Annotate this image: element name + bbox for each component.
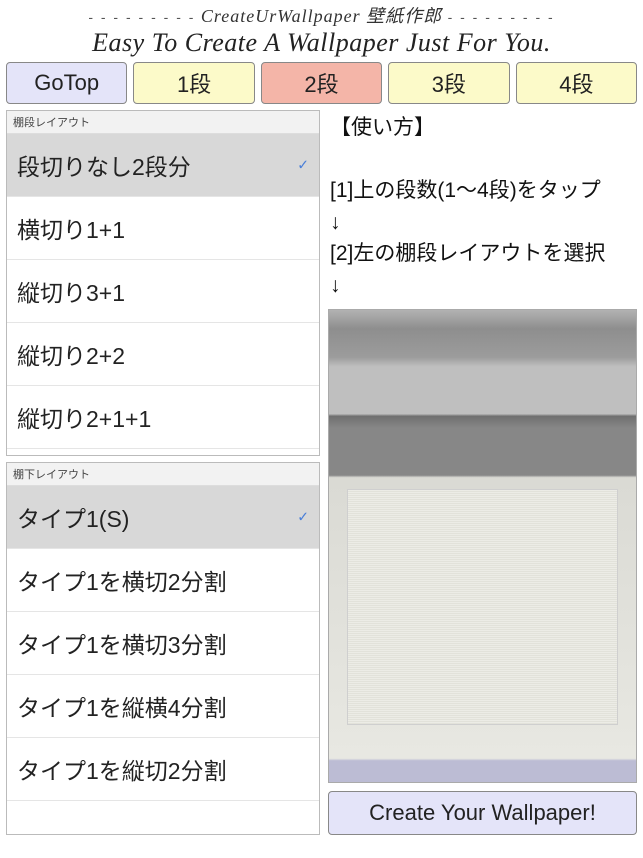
- arrow-down-icon: ↓: [330, 207, 635, 239]
- app-title: - - - - - - - - - CreateUrWallpaper 壁紙作郎…: [0, 2, 643, 28]
- list-item[interactable]: 段切りなし2段分 ✓: [7, 134, 319, 197]
- list-item[interactable]: タイプ1を縦横4分割: [7, 675, 319, 738]
- list-item[interactable]: タイプ1を横切3分割: [7, 612, 319, 675]
- instructions-step1: [1]上の段数(1〜4段)をタップ: [330, 175, 635, 207]
- bottom-layout-list: 棚下レイアウト タイプ1(S) ✓ タイプ1を横切2分割 タイプ1を横切3分割 …: [6, 462, 320, 835]
- list-item[interactable]: タイプ1(S) ✓: [7, 486, 319, 549]
- list-item[interactable]: タイプ1を横切2分割: [7, 549, 319, 612]
- tab-1dan[interactable]: 1段: [133, 62, 254, 104]
- list-item-label: タイプ1(S): [17, 506, 129, 532]
- arrow-down-icon: ↓: [330, 270, 635, 302]
- instructions: 【使い方】 [1]上の段数(1〜4段)をタップ ↓ [2]左の棚段レイアウトを選…: [328, 110, 637, 309]
- check-icon: ✓: [297, 157, 309, 174]
- instructions-title: 【使い方】: [330, 112, 635, 144]
- instructions-step2: [2]左の棚段レイアウトを選択: [330, 238, 635, 270]
- wallpaper-preview: [328, 309, 637, 783]
- shelf-layout-list: 棚段レイアウト 段切りなし2段分 ✓ 横切り1+1 縦切り3+1 縦切り2+2 …: [6, 110, 320, 456]
- list-item[interactable]: 横切り1+1: [7, 197, 319, 260]
- app-header: - - - - - - - - - CreateUrWallpaper 壁紙作郎…: [0, 0, 643, 58]
- shelf-layout-header: 棚段レイアウト: [7, 111, 319, 134]
- tab-3dan[interactable]: 3段: [388, 62, 509, 104]
- tab-2dan[interactable]: 2段: [261, 62, 382, 104]
- list-item[interactable]: 縦切り2+2: [7, 323, 319, 386]
- list-item[interactable]: 縦切り3+1: [7, 260, 319, 323]
- list-item-label: 段切りなし2段分: [17, 154, 191, 180]
- list-item[interactable]: タイプ1を縦切2分割: [7, 738, 319, 801]
- gotop-button[interactable]: GoTop: [6, 62, 127, 104]
- bottom-layout-header: 棚下レイアウト: [7, 463, 319, 486]
- create-wallpaper-button[interactable]: Create Your Wallpaper!: [328, 791, 637, 835]
- tab-4dan[interactable]: 4段: [516, 62, 637, 104]
- list-item[interactable]: 縦切り2+1+1: [7, 386, 319, 449]
- tabs-row: GoTop 1段 2段 3段 4段: [0, 58, 643, 108]
- check-icon: ✓: [297, 509, 309, 526]
- wallpaper-preview-panel: [347, 489, 617, 725]
- app-subtitle: Easy To Create A Wallpaper Just For You.: [0, 28, 643, 58]
